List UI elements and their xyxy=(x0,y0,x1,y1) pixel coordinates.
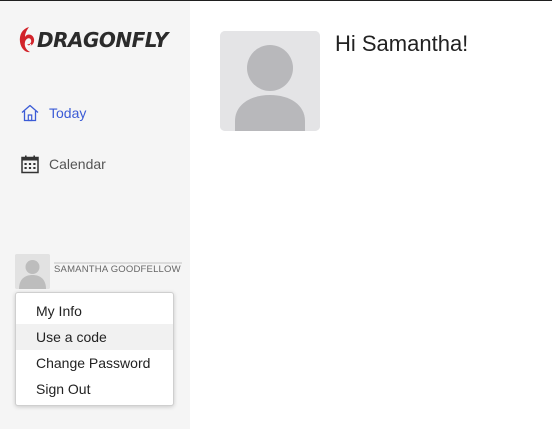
dragonfly-logo[interactable]: DRAGONFLY xyxy=(16,23,168,57)
home-icon xyxy=(20,103,40,123)
user-account-toggle[interactable]: SAMANTHA GOODFELLOW xyxy=(15,254,187,290)
menu-item-use-a-code[interactable]: Use a code xyxy=(16,324,173,350)
user-dropdown-menu: My Info Use a code Change Password Sign … xyxy=(15,292,174,406)
user-avatar-icon xyxy=(15,254,50,289)
menu-item-sign-out[interactable]: Sign Out xyxy=(16,376,173,402)
menu-item-change-password[interactable]: Change Password xyxy=(16,350,173,376)
sidebar-item-today[interactable]: Today xyxy=(20,101,86,125)
calendar-icon xyxy=(20,154,40,174)
sidebar-item-calendar[interactable]: Calendar xyxy=(20,152,106,176)
dragonfly-logo-icon xyxy=(19,27,35,53)
sidebar-item-label: Today xyxy=(49,105,87,121)
greeting-heading: Hi Samantha! xyxy=(335,31,469,56)
menu-item-my-info[interactable]: My Info xyxy=(16,298,173,324)
sidebar-item-label: Calendar xyxy=(49,156,106,172)
brand-wordmark: DRAGONFLY xyxy=(37,28,168,52)
profile-placeholder-icon xyxy=(220,31,320,131)
user-name: SAMANTHA GOODFELLOW xyxy=(54,264,181,275)
